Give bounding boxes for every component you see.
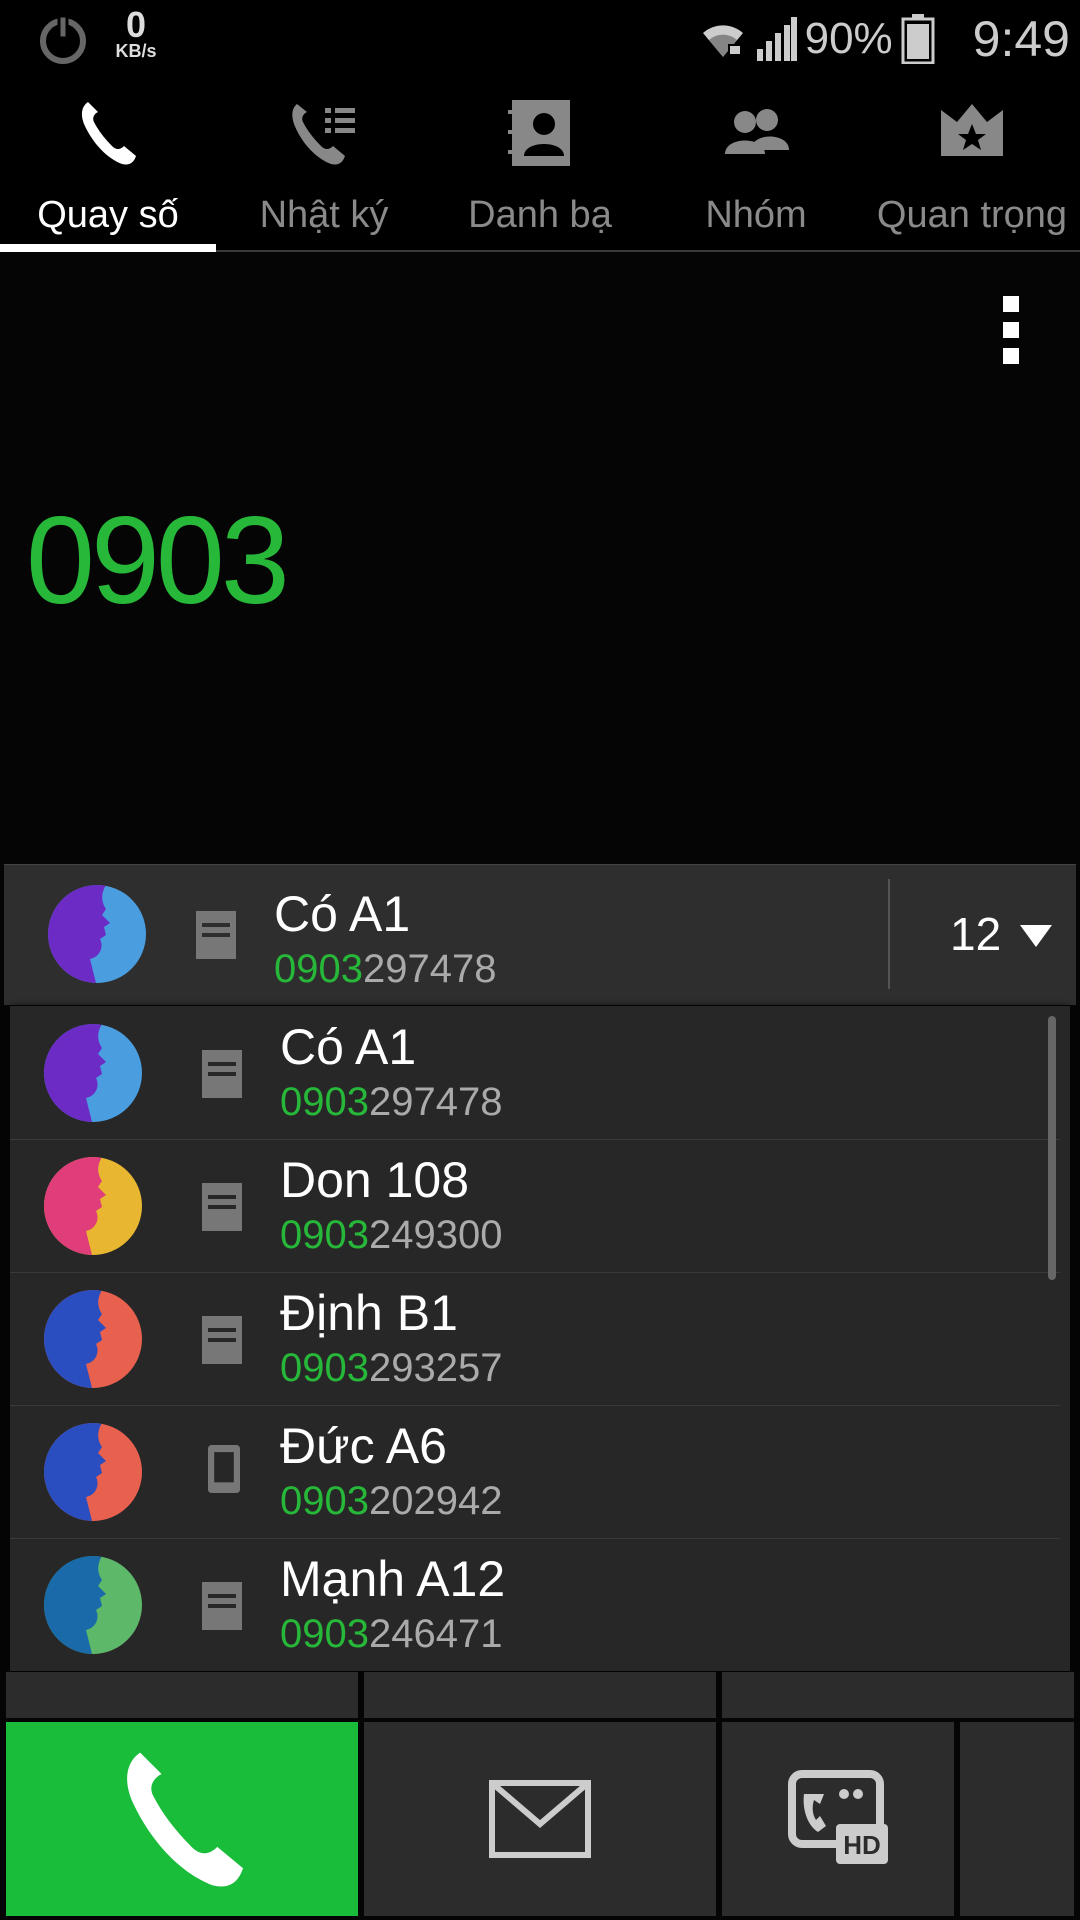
number-match: 0903 (280, 1346, 369, 1390)
keypad-key[interactable] (364, 1672, 716, 1718)
status-bar: 0 KB/s 90% 9:49 (0, 0, 1080, 78)
message-button[interactable] (364, 1722, 716, 1916)
number-rest: 297478 (362, 947, 497, 991)
phone-icon (127, 1752, 243, 1887)
sim-icon (202, 1183, 242, 1231)
contact-number: 0903297478 (280, 1080, 502, 1125)
avatar (48, 885, 146, 983)
list-item[interactable]: Đức A6 0903202942 (10, 1405, 1060, 1539)
number-rest: 249300 (368, 1213, 503, 1257)
list-item[interactable]: Mạnh A12 0903246471 (10, 1538, 1060, 1671)
battery-percent: 90% (804, 14, 893, 63)
contact-number: 0903293257 (280, 1346, 502, 1391)
svg-text:HD: HD (843, 1830, 881, 1860)
list-item[interactable]: Định B1 0903293257 (10, 1272, 1060, 1406)
power-icon (40, 14, 86, 64)
tab-call-log[interactable]: Nhật ký (216, 78, 432, 250)
list-item[interactable]: Có A1 0903297478 (10, 1006, 1060, 1140)
call-button[interactable] (6, 1722, 358, 1916)
contact-number: 0903297478 (274, 947, 496, 992)
tab-contacts-label: Danh bạ (468, 194, 612, 236)
sim-icon (202, 1582, 242, 1630)
tab-dialer[interactable]: Quay số (0, 78, 216, 252)
contact-name: Có A1 (280, 1019, 417, 1075)
tab-contacts[interactable]: Danh bạ (432, 78, 648, 250)
tab-favorites-label: Quan trọng (876, 194, 1068, 236)
keypad-key[interactable] (6, 1672, 358, 1718)
number-match: 0903 (280, 1479, 369, 1523)
number-rest: 297478 (368, 1080, 503, 1124)
phone-icon (81, 102, 136, 165)
tab-favorites[interactable]: Quan trọng (864, 78, 1080, 250)
number-match: 0903 (274, 947, 363, 991)
sim-icon (202, 1316, 242, 1364)
group-icon (725, 109, 789, 154)
crown-star-icon (941, 104, 1003, 156)
hd-video-call-button[interactable]: HD (722, 1722, 954, 1916)
sim-icon (196, 911, 236, 959)
divider (888, 879, 890, 989)
tab-dialer-label: Quay số (37, 194, 179, 236)
matched-contact-header[interactable]: Có A1 0903297478 12 (4, 864, 1076, 1005)
list-item[interactable]: Don 108 0903249300 (10, 1139, 1060, 1273)
tab-call-log-label: Nhật ký (259, 194, 389, 236)
avatar (44, 1556, 142, 1654)
phone-device-icon (208, 1445, 240, 1493)
dropdown-caret-icon[interactable] (1020, 925, 1052, 947)
network-speed-value: 0 (125, 4, 147, 45)
hd-video-call-icon: HD (788, 1770, 888, 1864)
network-speed: 0 KB/s (108, 4, 164, 61)
contacts-book-icon (508, 100, 570, 166)
keypad-key[interactable] (722, 1672, 1074, 1718)
avatar (44, 1423, 142, 1521)
avatar (44, 1157, 142, 1255)
avatar (44, 1024, 142, 1122)
wifi-icon (702, 25, 743, 57)
tab-groups[interactable]: Nhóm (648, 78, 864, 250)
signal-icon (756, 17, 797, 61)
number-rest: 293257 (368, 1346, 503, 1390)
call-log-icon (292, 104, 355, 165)
contact-name: Có A1 (274, 886, 411, 942)
tab-groups-label: Nhóm (705, 194, 807, 236)
number-match: 0903 (280, 1080, 369, 1124)
contact-name: Đức A6 (280, 1418, 447, 1474)
number-match: 0903 (280, 1612, 369, 1656)
number-match: 0903 (280, 1213, 369, 1257)
sim-icon (202, 1050, 242, 1098)
contact-number: 0903202942 (280, 1479, 502, 1524)
contact-suggestion-list[interactable]: Có A1 0903297478 Don 108 0903249300 Định… (10, 1006, 1070, 1671)
contact-name: Định B1 (280, 1285, 458, 1341)
battery-icon (901, 14, 935, 64)
envelope-icon (489, 1780, 591, 1858)
tab-bar: Quay số Nhật ký Danh bạ Nhóm Quan trọng (0, 78, 1080, 252)
clock: 9:49 (972, 11, 1070, 67)
contact-number: 0903246471 (280, 1612, 502, 1657)
contact-name: Don 108 (280, 1152, 470, 1208)
avatar (44, 1290, 142, 1388)
more-actions-button[interactable] (960, 1722, 1074, 1916)
list-scrollbar[interactable] (1048, 1016, 1056, 1280)
contact-name: Mạnh A12 (280, 1551, 506, 1607)
dialed-number[interactable]: 0903 (26, 490, 290, 632)
overflow-menu-icon[interactable] (988, 296, 1034, 366)
match-count[interactable]: 12 (950, 907, 1001, 961)
number-rest: 246471 (368, 1612, 503, 1656)
contact-number: 0903249300 (280, 1213, 502, 1258)
network-speed-unit: KB/s (115, 41, 157, 61)
number-rest: 202942 (368, 1479, 503, 1523)
